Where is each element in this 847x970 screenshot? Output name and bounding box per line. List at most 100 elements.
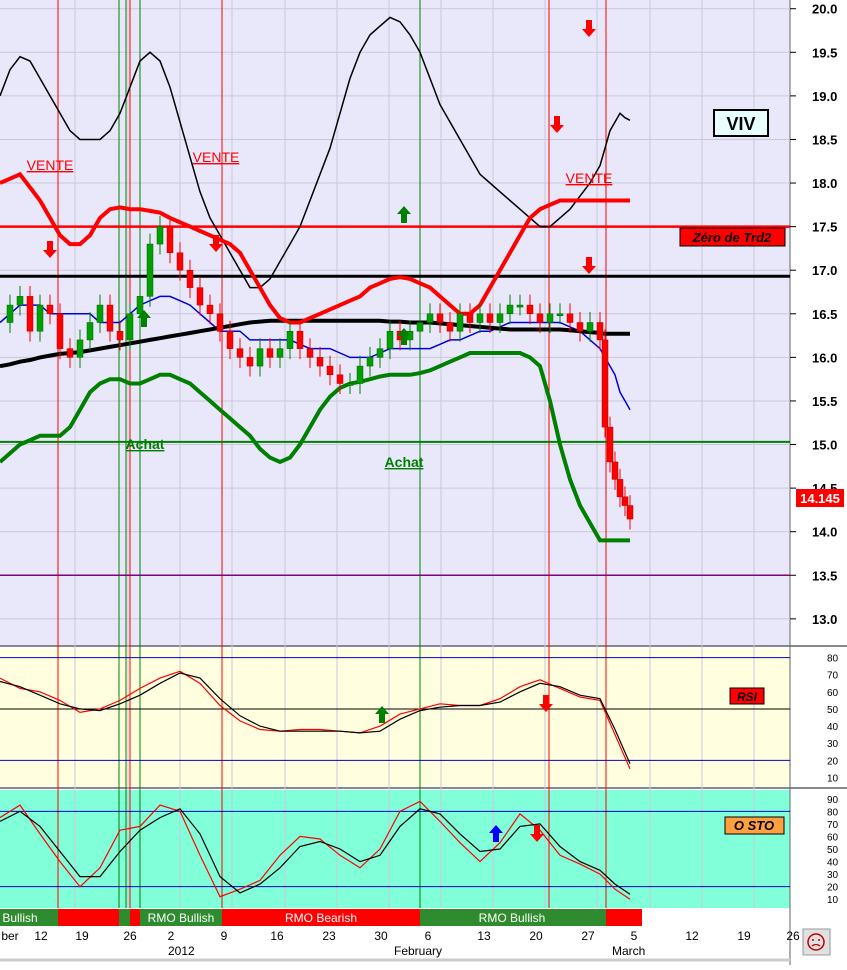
rsi-tick-label: 40: [827, 722, 839, 733]
candle-body: [16, 296, 24, 306]
sto-tick-label: 90: [827, 795, 839, 806]
candle-body: [46, 304, 54, 315]
date-tick: 19: [737, 929, 751, 943]
date-month: February: [394, 944, 442, 958]
candle-body: [426, 313, 434, 323]
chart-window: 20.0 19.5 19.0 18.5 18.0 17.5 17.0 16.5 16.0 15.5…: [0, 0, 847, 965]
candle-body: [306, 348, 314, 358]
candle-body: [436, 313, 444, 323]
rsi-tick-label: 20: [827, 756, 839, 767]
rmo-text: Bullish: [2, 911, 37, 925]
candle-body: [106, 304, 114, 332]
price-tick-label: 13.5: [812, 568, 837, 583]
candle-body: [626, 505, 634, 520]
date-month: March: [612, 944, 645, 958]
rmo-text: RMO Bullish: [148, 911, 215, 925]
sad-face-eye: [812, 939, 814, 941]
date-tick: 27: [581, 929, 595, 943]
sad-face-eye: [818, 939, 820, 941]
candle-body: [556, 313, 564, 317]
symbol-label: VIV: [726, 114, 755, 134]
rsi-tick-label: 60: [827, 688, 839, 699]
rsi-tick-label: 10: [827, 773, 839, 784]
candle-body: [326, 365, 334, 376]
candle-body: [26, 296, 34, 332]
price-tick-label: 15.0: [812, 438, 837, 453]
candle-body: [96, 304, 104, 323]
candle-body: [256, 348, 264, 367]
sell-signal-label: VENTE: [27, 157, 74, 173]
price-tick-label: 13.0: [812, 612, 837, 627]
candle-body: [376, 348, 384, 358]
date-tick: 23: [322, 929, 336, 943]
rsi-tick-label: 50: [827, 705, 839, 716]
candle-body: [126, 313, 134, 341]
candle-body: [496, 313, 504, 323]
candle-body: [36, 304, 44, 332]
candle-body: [596, 322, 604, 341]
candle-body: [296, 330, 304, 349]
date-tick: 13: [477, 929, 491, 943]
price-tick-label: 18.5: [812, 132, 837, 147]
candle-body: [286, 330, 294, 349]
sto-tick-label: 40: [827, 858, 839, 869]
candle-body: [216, 313, 224, 332]
rsi-tick-label: 80: [827, 654, 839, 665]
rmo-bar: Bullish RMO Bullish RMO Bearish RMO Bull…: [0, 909, 642, 926]
candle-body: [526, 304, 534, 315]
candle-body: [386, 330, 394, 349]
buy-signal-label: Achat: [385, 454, 424, 470]
candle-body: [186, 269, 194, 288]
candle-body: [146, 243, 154, 297]
sto-tick-label: 80: [827, 807, 839, 818]
price-tick-label: 16.0: [812, 350, 837, 365]
candle-body: [456, 313, 464, 332]
candle-body: [156, 226, 164, 245]
buy-signal-label: Achat: [126, 436, 165, 452]
sto-tick-label: 50: [827, 845, 839, 856]
candle-body: [346, 383, 354, 386]
price-tick-label: 19.5: [812, 45, 837, 60]
date-tick: 30: [374, 929, 388, 943]
price-tick-label: 17.0: [812, 263, 837, 278]
sto-tick-label: 20: [827, 883, 839, 894]
candle-body: [66, 348, 74, 358]
candle-body: [316, 357, 324, 367]
candle-body: [446, 322, 454, 332]
price-tick-label: 17.5: [812, 220, 837, 235]
candle-body: [336, 374, 344, 384]
candle-body: [246, 357, 254, 367]
sell-signal-label: VENTE: [193, 149, 240, 165]
zero-label: Zéro de Trd2: [692, 230, 772, 245]
price-tick-label: 18.0: [812, 176, 837, 191]
sto-tick-label: 10: [827, 895, 839, 906]
candle-body: [616, 479, 624, 498]
rmo-segment: [606, 909, 642, 926]
candle-body: [236, 348, 244, 358]
candle-body: [206, 304, 214, 315]
sto-tick-label: 30: [827, 870, 839, 881]
candle-body: [86, 322, 94, 341]
sto-tick-label: 60: [827, 832, 839, 843]
price-tick-label: 20.0: [812, 2, 837, 17]
date-tick: 19: [75, 929, 89, 943]
candle-body: [486, 313, 494, 323]
candle-body: [516, 304, 524, 308]
rsi-label: RSI: [737, 690, 758, 704]
sell-signal-label: VENTE: [566, 170, 613, 186]
candle-body: [586, 322, 594, 332]
candle-body: [276, 348, 284, 358]
candle-body: [536, 313, 544, 323]
candle-body: [196, 287, 204, 306]
rsi-tick-label: 70: [827, 671, 839, 682]
date-tick: 16: [270, 929, 284, 943]
price-tick-label: 14.0: [812, 525, 837, 540]
rsi-tick-label: 30: [827, 739, 839, 750]
status-button-frame[interactable]: [802, 928, 831, 956]
candle-body: [76, 339, 84, 358]
candle-body: [266, 348, 274, 358]
date-tick: ber: [1, 929, 18, 943]
candle-body: [621, 496, 629, 506]
candle-body: [546, 313, 554, 323]
status-button[interactable]: [802, 928, 831, 956]
